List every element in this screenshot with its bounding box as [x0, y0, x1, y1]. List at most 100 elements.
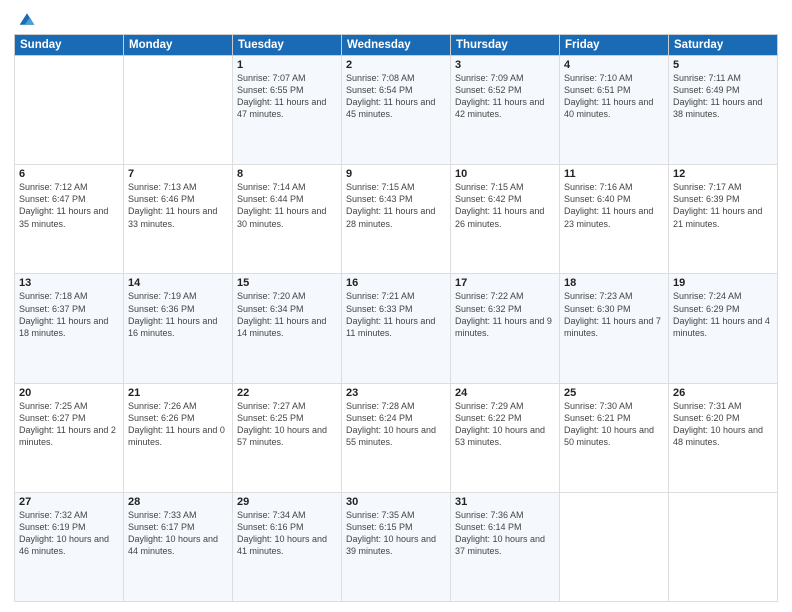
calendar-cell: 16Sunrise: 7:21 AM Sunset: 6:33 PM Dayli…: [342, 274, 451, 383]
calendar-cell: [15, 56, 124, 165]
calendar-cell: 14Sunrise: 7:19 AM Sunset: 6:36 PM Dayli…: [124, 274, 233, 383]
day-number: 22: [237, 387, 337, 399]
calendar-cell: 2Sunrise: 7:08 AM Sunset: 6:54 PM Daylig…: [342, 56, 451, 165]
day-info: Sunrise: 7:34 AM Sunset: 6:16 PM Dayligh…: [237, 509, 337, 558]
calendar-cell: 21Sunrise: 7:26 AM Sunset: 6:26 PM Dayli…: [124, 383, 233, 492]
day-info: Sunrise: 7:18 AM Sunset: 6:37 PM Dayligh…: [19, 290, 119, 339]
day-number: 12: [673, 168, 773, 180]
day-number: 3: [455, 59, 555, 71]
calendar-cell: 15Sunrise: 7:20 AM Sunset: 6:34 PM Dayli…: [233, 274, 342, 383]
day-number: 25: [564, 387, 664, 399]
calendar-cell: 5Sunrise: 7:11 AM Sunset: 6:49 PM Daylig…: [669, 56, 778, 165]
day-number: 27: [19, 496, 119, 508]
calendar-cell: 11Sunrise: 7:16 AM Sunset: 6:40 PM Dayli…: [560, 165, 669, 274]
day-number: 17: [455, 277, 555, 289]
day-info: Sunrise: 7:29 AM Sunset: 6:22 PM Dayligh…: [455, 400, 555, 449]
day-number: 2: [346, 59, 446, 71]
header: [14, 10, 778, 28]
calendar-cell: 27Sunrise: 7:32 AM Sunset: 6:19 PM Dayli…: [15, 492, 124, 601]
calendar-cell: 22Sunrise: 7:27 AM Sunset: 6:25 PM Dayli…: [233, 383, 342, 492]
day-number: 19: [673, 277, 773, 289]
day-info: Sunrise: 7:30 AM Sunset: 6:21 PM Dayligh…: [564, 400, 664, 449]
day-info: Sunrise: 7:11 AM Sunset: 6:49 PM Dayligh…: [673, 72, 773, 121]
day-number: 4: [564, 59, 664, 71]
day-info: Sunrise: 7:24 AM Sunset: 6:29 PM Dayligh…: [673, 290, 773, 339]
day-number: 16: [346, 277, 446, 289]
weekday-header-friday: Friday: [560, 35, 669, 56]
day-info: Sunrise: 7:28 AM Sunset: 6:24 PM Dayligh…: [346, 400, 446, 449]
day-number: 30: [346, 496, 446, 508]
week-row-2: 6Sunrise: 7:12 AM Sunset: 6:47 PM Daylig…: [15, 165, 778, 274]
weekday-header-monday: Monday: [124, 35, 233, 56]
logo-text: [14, 10, 36, 28]
day-info: Sunrise: 7:13 AM Sunset: 6:46 PM Dayligh…: [128, 181, 228, 230]
day-number: 7: [128, 168, 228, 180]
calendar-table: SundayMondayTuesdayWednesdayThursdayFrid…: [14, 34, 778, 602]
day-number: 28: [128, 496, 228, 508]
day-info: Sunrise: 7:27 AM Sunset: 6:25 PM Dayligh…: [237, 400, 337, 449]
calendar-cell: 20Sunrise: 7:25 AM Sunset: 6:27 PM Dayli…: [15, 383, 124, 492]
calendar-cell: 26Sunrise: 7:31 AM Sunset: 6:20 PM Dayli…: [669, 383, 778, 492]
day-number: 1: [237, 59, 337, 71]
calendar-cell: 7Sunrise: 7:13 AM Sunset: 6:46 PM Daylig…: [124, 165, 233, 274]
day-info: Sunrise: 7:15 AM Sunset: 6:42 PM Dayligh…: [455, 181, 555, 230]
weekday-header-tuesday: Tuesday: [233, 35, 342, 56]
day-info: Sunrise: 7:36 AM Sunset: 6:14 PM Dayligh…: [455, 509, 555, 558]
weekday-header-wednesday: Wednesday: [342, 35, 451, 56]
day-info: Sunrise: 7:31 AM Sunset: 6:20 PM Dayligh…: [673, 400, 773, 449]
day-number: 18: [564, 277, 664, 289]
weekday-header-thursday: Thursday: [451, 35, 560, 56]
day-number: 24: [455, 387, 555, 399]
calendar-cell: 10Sunrise: 7:15 AM Sunset: 6:42 PM Dayli…: [451, 165, 560, 274]
day-info: Sunrise: 7:19 AM Sunset: 6:36 PM Dayligh…: [128, 290, 228, 339]
week-row-5: 27Sunrise: 7:32 AM Sunset: 6:19 PM Dayli…: [15, 492, 778, 601]
day-number: 11: [564, 168, 664, 180]
week-row-3: 13Sunrise: 7:18 AM Sunset: 6:37 PM Dayli…: [15, 274, 778, 383]
day-number: 6: [19, 168, 119, 180]
day-number: 20: [19, 387, 119, 399]
day-info: Sunrise: 7:14 AM Sunset: 6:44 PM Dayligh…: [237, 181, 337, 230]
day-info: Sunrise: 7:08 AM Sunset: 6:54 PM Dayligh…: [346, 72, 446, 121]
day-info: Sunrise: 7:35 AM Sunset: 6:15 PM Dayligh…: [346, 509, 446, 558]
calendar-cell: [560, 492, 669, 601]
day-info: Sunrise: 7:23 AM Sunset: 6:30 PM Dayligh…: [564, 290, 664, 339]
day-info: Sunrise: 7:25 AM Sunset: 6:27 PM Dayligh…: [19, 400, 119, 449]
day-number: 10: [455, 168, 555, 180]
main-container: SundayMondayTuesdayWednesdayThursdayFrid…: [0, 0, 792, 612]
day-info: Sunrise: 7:22 AM Sunset: 6:32 PM Dayligh…: [455, 290, 555, 339]
calendar-cell: 30Sunrise: 7:35 AM Sunset: 6:15 PM Dayli…: [342, 492, 451, 601]
day-info: Sunrise: 7:32 AM Sunset: 6:19 PM Dayligh…: [19, 509, 119, 558]
calendar-cell: 4Sunrise: 7:10 AM Sunset: 6:51 PM Daylig…: [560, 56, 669, 165]
calendar-cell: 29Sunrise: 7:34 AM Sunset: 6:16 PM Dayli…: [233, 492, 342, 601]
day-number: 29: [237, 496, 337, 508]
day-number: 5: [673, 59, 773, 71]
weekday-header-sunday: Sunday: [15, 35, 124, 56]
logo-icon: [18, 10, 36, 28]
calendar-cell: 13Sunrise: 7:18 AM Sunset: 6:37 PM Dayli…: [15, 274, 124, 383]
calendar-cell: 31Sunrise: 7:36 AM Sunset: 6:14 PM Dayli…: [451, 492, 560, 601]
day-info: Sunrise: 7:26 AM Sunset: 6:26 PM Dayligh…: [128, 400, 228, 449]
calendar-cell: 3Sunrise: 7:09 AM Sunset: 6:52 PM Daylig…: [451, 56, 560, 165]
day-number: 23: [346, 387, 446, 399]
calendar-cell: 18Sunrise: 7:23 AM Sunset: 6:30 PM Dayli…: [560, 274, 669, 383]
weekday-header-row: SundayMondayTuesdayWednesdayThursdayFrid…: [15, 35, 778, 56]
week-row-4: 20Sunrise: 7:25 AM Sunset: 6:27 PM Dayli…: [15, 383, 778, 492]
day-number: 8: [237, 168, 337, 180]
calendar-cell: 25Sunrise: 7:30 AM Sunset: 6:21 PM Dayli…: [560, 383, 669, 492]
day-info: Sunrise: 7:16 AM Sunset: 6:40 PM Dayligh…: [564, 181, 664, 230]
day-number: 21: [128, 387, 228, 399]
day-number: 26: [673, 387, 773, 399]
day-number: 31: [455, 496, 555, 508]
calendar-cell: 8Sunrise: 7:14 AM Sunset: 6:44 PM Daylig…: [233, 165, 342, 274]
calendar-cell: [669, 492, 778, 601]
calendar-cell: 9Sunrise: 7:15 AM Sunset: 6:43 PM Daylig…: [342, 165, 451, 274]
day-info: Sunrise: 7:15 AM Sunset: 6:43 PM Dayligh…: [346, 181, 446, 230]
day-info: Sunrise: 7:33 AM Sunset: 6:17 PM Dayligh…: [128, 509, 228, 558]
day-info: Sunrise: 7:17 AM Sunset: 6:39 PM Dayligh…: [673, 181, 773, 230]
day-info: Sunrise: 7:09 AM Sunset: 6:52 PM Dayligh…: [455, 72, 555, 121]
logo: [14, 10, 36, 28]
calendar-cell: 12Sunrise: 7:17 AM Sunset: 6:39 PM Dayli…: [669, 165, 778, 274]
day-number: 15: [237, 277, 337, 289]
day-info: Sunrise: 7:21 AM Sunset: 6:33 PM Dayligh…: [346, 290, 446, 339]
calendar-cell: 23Sunrise: 7:28 AM Sunset: 6:24 PM Dayli…: [342, 383, 451, 492]
